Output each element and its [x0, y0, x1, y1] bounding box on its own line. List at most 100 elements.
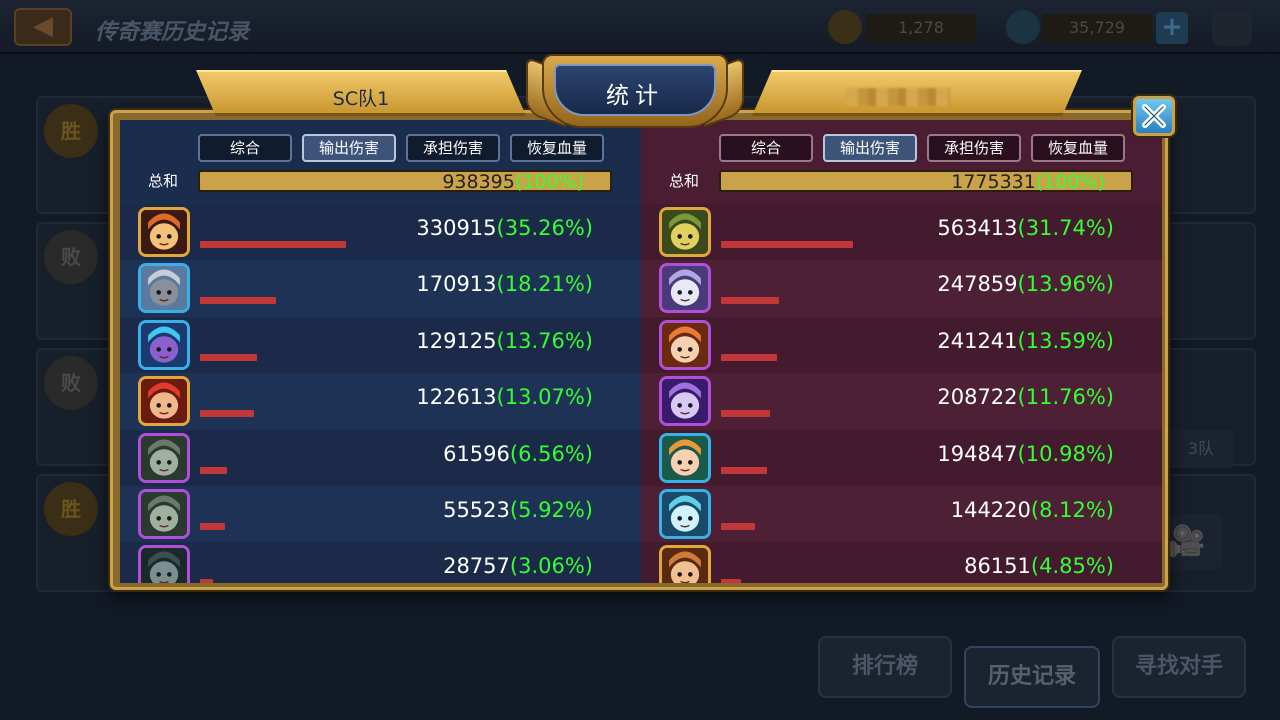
stat-tabs: 综合 输出伤害 承担伤害 恢复血量 — [719, 134, 1125, 162]
flame-demon-hero-icon[interactable] — [138, 207, 190, 257]
hero-rows: 563413(31.74%) 247859(13.96%) 241241(13.… — [641, 204, 1162, 583]
hero-row: 122613(13.07%) — [120, 373, 641, 430]
damage-share-bar — [200, 410, 255, 418]
hero-row: 330915(35.26%) — [120, 204, 641, 261]
damage-percent: (13.07%) — [496, 385, 593, 410]
ice-golem-hero-icon[interactable] — [138, 319, 190, 370]
total-number: 1775331 — [951, 171, 1036, 193]
violet-sorceress-hero-icon[interactable] — [659, 376, 711, 427]
damage-percent: (5.92%) — [509, 497, 593, 522]
hero-row: 86151(4.85%) — [641, 542, 1162, 583]
defeat-medal-icon: 败 — [44, 356, 98, 410]
defeat-medal-icon: 败 — [44, 230, 98, 284]
tab-damage-dealt[interactable]: 输出伤害 — [823, 134, 917, 162]
hero-row: 61596(6.56%) — [120, 429, 641, 486]
damage-percent: (11.76%) — [1017, 385, 1114, 410]
damage-percent: (13.59%) — [1017, 328, 1114, 353]
damage-percent: (4.85%) — [1030, 554, 1114, 579]
armored-soldier-hero-icon[interactable] — [138, 488, 190, 539]
damage-share-bar — [721, 466, 767, 474]
damage-percent: (6.56%) — [509, 441, 593, 466]
hero-row: 241241(13.59%) — [641, 316, 1162, 374]
dark-armor-hero-icon[interactable] — [138, 545, 190, 583]
background-header: ◀ 传奇赛历史记录 1,278 35,729 + — [0, 0, 1280, 54]
gem-icon — [1006, 10, 1040, 44]
title-emblem: 统计 — [526, 54, 744, 134]
chat-icon[interactable] — [1212, 10, 1252, 46]
damage-number: 241241 — [937, 328, 1018, 353]
damage-number: 194847 — [937, 441, 1018, 466]
damage-value: 170913(18.21%) — [416, 270, 593, 298]
damage-number: 86151 — [964, 554, 1031, 579]
knight-helmet-hero-icon[interactable] — [138, 263, 190, 314]
victory-medal-icon: 胜 — [44, 104, 98, 158]
damage-value: 28757(3.06%) — [443, 552, 593, 580]
modal-title: 统计 — [606, 83, 664, 109]
ranking-button[interactable]: 排行榜 — [818, 636, 952, 698]
tab-damage-dealt[interactable]: 输出伤害 — [302, 134, 396, 162]
damage-number: 170913 — [416, 272, 497, 297]
damage-value: 61596(6.56%) — [443, 440, 593, 468]
team-label: 3队 — [1168, 430, 1234, 468]
damage-value: 129125(13.76%) — [416, 327, 593, 355]
right-team-panel: 综合 输出伤害 承担伤害 恢复血量 总和 1775331(100%) 56341… — [641, 120, 1162, 583]
damage-value: 144220(8.12%) — [951, 496, 1114, 524]
add-gems-button[interactable]: + — [1156, 12, 1188, 44]
damage-value: 208722(11.76%) — [937, 383, 1114, 411]
damage-percent: (13.76%) — [496, 328, 593, 353]
pale-elf-hero-icon[interactable] — [659, 263, 711, 314]
gem-counter: 35,729 — [1042, 14, 1152, 42]
background-title: 传奇赛历史记录 — [95, 20, 250, 45]
damage-share-bar — [721, 410, 770, 418]
tab-overview[interactable]: 综合 — [719, 134, 813, 162]
damage-number: 208722 — [937, 385, 1018, 410]
damage-share-bar — [200, 522, 225, 530]
hero-row: 55523(5.92%) — [120, 485, 641, 543]
tab-healing[interactable]: 恢复血量 — [510, 134, 604, 162]
total-value: 1775331(100%) — [951, 171, 1105, 193]
damage-number: 330915 — [416, 216, 497, 240]
damage-percent: (31.74%) — [1017, 216, 1114, 240]
damage-number: 28757 — [443, 554, 510, 579]
damage-share-bar — [200, 353, 258, 361]
damage-share-bar — [721, 353, 778, 361]
damage-share-bar — [200, 241, 347, 248]
damage-number: 144220 — [950, 497, 1031, 522]
damage-value: 55523(5.92%) — [443, 496, 593, 524]
total-percent: (100%) — [514, 171, 584, 193]
damage-percent: (10.98%) — [1017, 441, 1114, 466]
total-label: 总和 — [148, 172, 179, 190]
damage-value: 86151(4.85%) — [964, 552, 1114, 580]
hero-row: 170913(18.21%) — [120, 260, 641, 317]
green-elf-hero-icon[interactable] — [659, 432, 711, 483]
armored-soldier-hero-icon[interactable] — [138, 432, 190, 483]
damage-value: 330915(35.26%) — [416, 214, 593, 242]
tab-damage-taken[interactable]: 承担伤害 — [927, 134, 1021, 162]
history-button[interactable]: 历史记录 — [964, 646, 1100, 708]
back-button[interactable]: ◀ — [14, 8, 72, 46]
ice-spirit-hero-icon[interactable] — [659, 488, 711, 539]
tab-healing[interactable]: 恢复血量 — [1031, 134, 1125, 162]
red-hair-hero-icon[interactable] — [138, 376, 190, 427]
emblem-plate: 统计 — [554, 64, 716, 116]
tab-damage-taken[interactable]: 承担伤害 — [406, 134, 500, 162]
masked-bandit-hero-icon[interactable] — [659, 545, 711, 583]
damage-number: 61596 — [443, 441, 510, 466]
tab-overview[interactable]: 综合 — [198, 134, 292, 162]
find-opponent-button[interactable]: 寻找对手 — [1112, 636, 1246, 698]
gold-coin-icon — [828, 10, 862, 44]
damage-percent: (13.96%) — [1017, 272, 1114, 297]
hero-row: 194847(10.98%) — [641, 429, 1162, 486]
hero-rows: 330915(35.26%) 170913(18.21%) 129125(13.… — [120, 204, 641, 583]
damage-value: 122613(13.07%) — [416, 383, 593, 411]
close-icon — [1142, 104, 1166, 128]
damage-value: 563413(31.74%) — [937, 214, 1114, 242]
total-value: 938395(100%) — [442, 171, 584, 193]
green-orc-hero-icon[interactable] — [659, 207, 711, 257]
close-button[interactable] — [1133, 96, 1175, 136]
emblem-frame: 统计 — [542, 54, 728, 128]
orange-hair-girl-hero-icon[interactable] — [659, 319, 711, 370]
damage-share-bar — [721, 579, 742, 583]
damage-share-bar — [200, 579, 213, 583]
gold-counter: 1,278 — [866, 14, 976, 42]
